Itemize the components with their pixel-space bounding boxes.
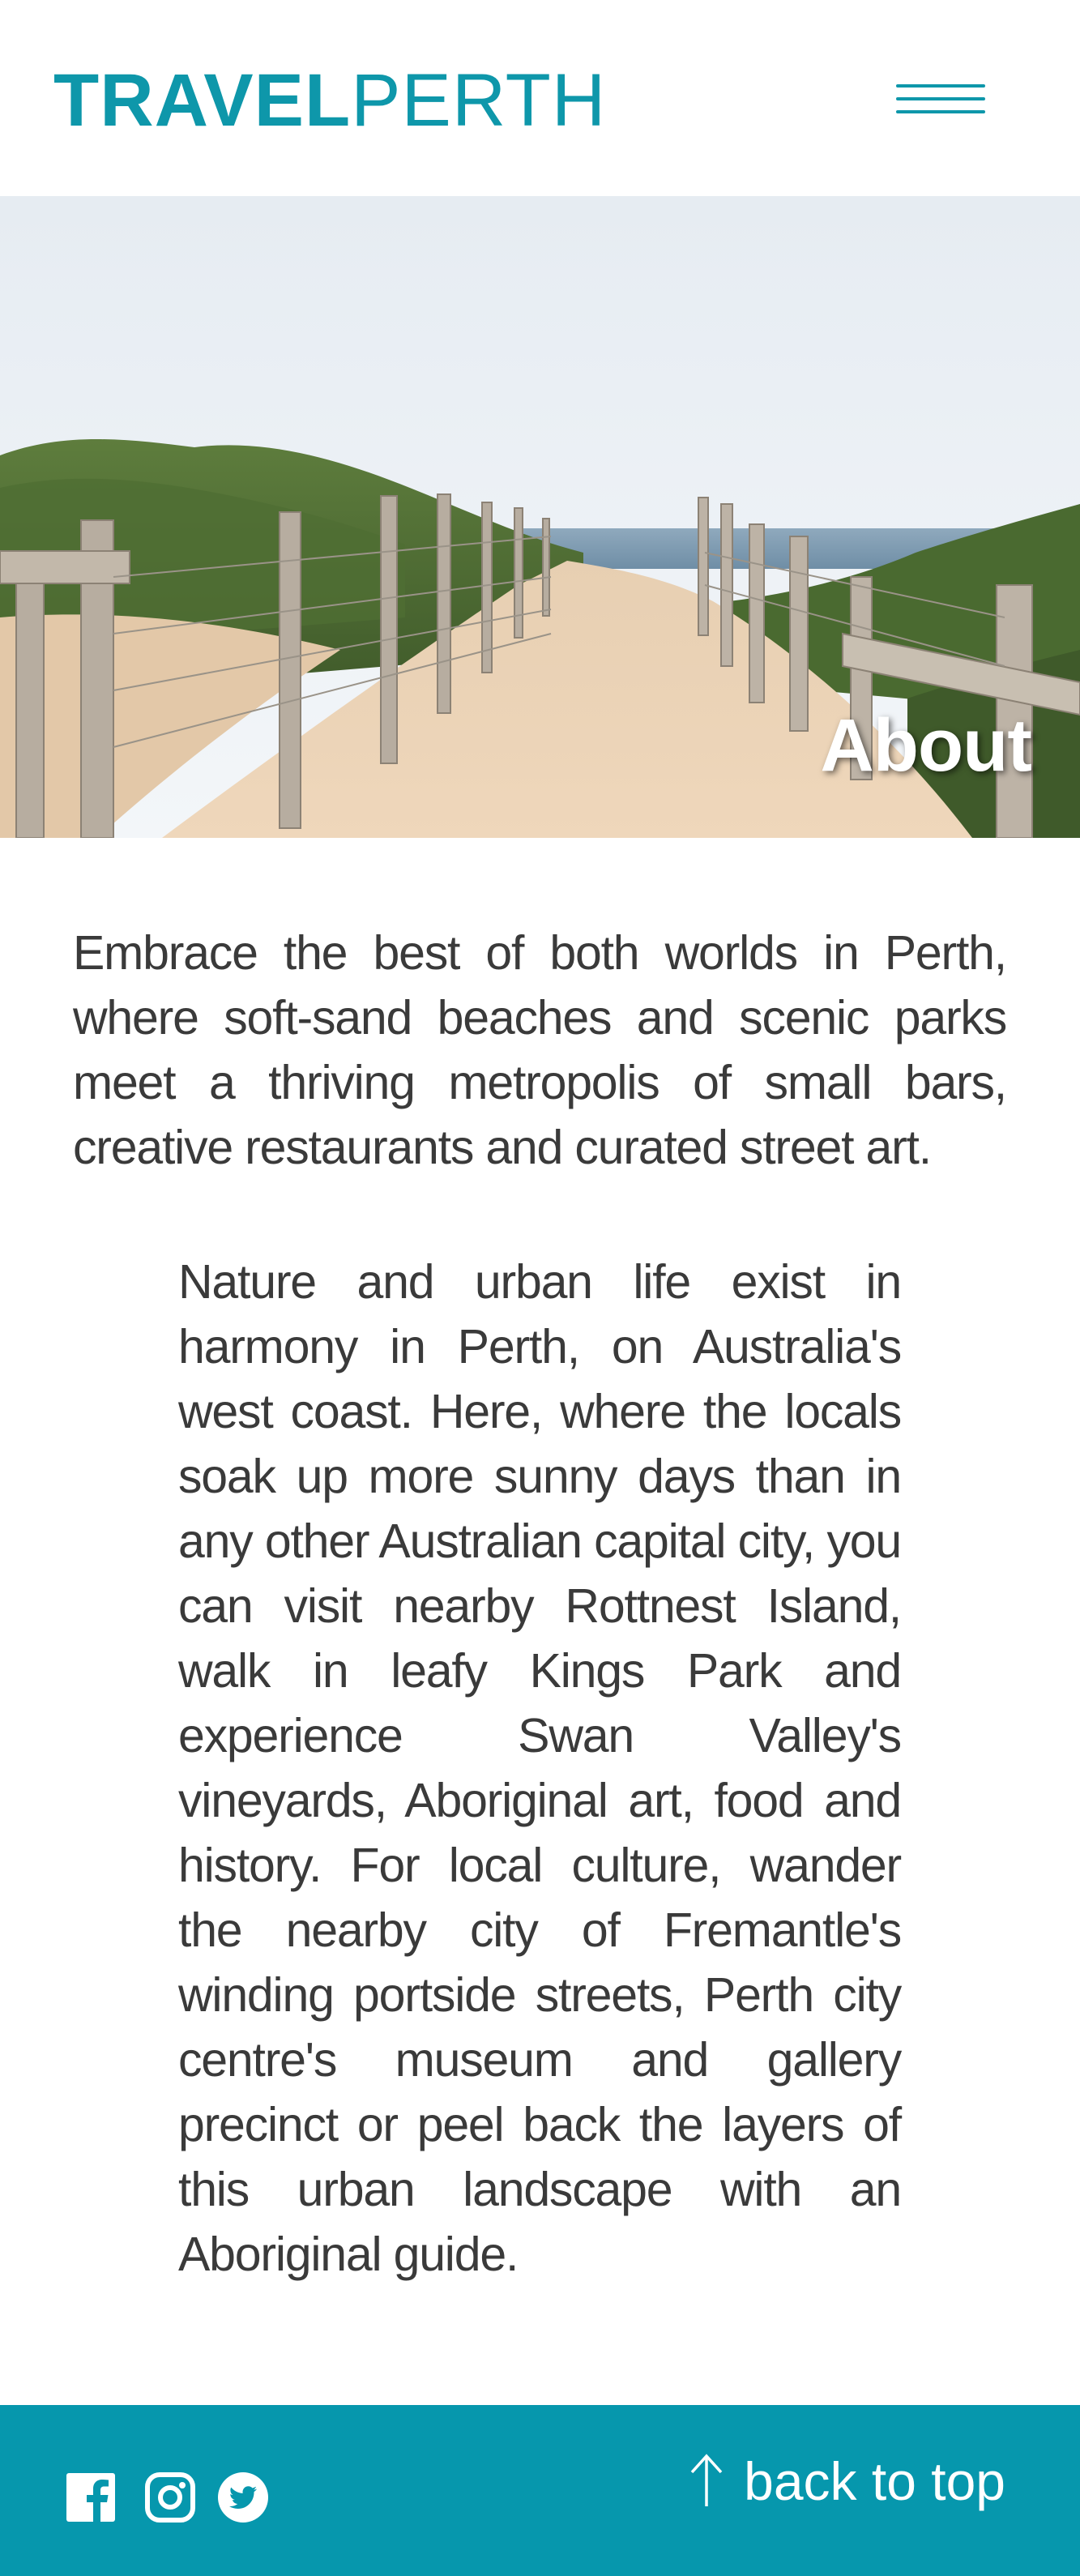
twitter-icon[interactable] <box>217 2471 269 2523</box>
site-header: TRAVELPERTH <box>0 0 1080 196</box>
site-logo[interactable]: TRAVELPERTH <box>53 60 606 141</box>
body-paragraph: Nature and urban life exist in harmony i… <box>178 1255 902 2281</box>
back-to-top-link[interactable]: back to top <box>687 2449 1005 2514</box>
intro-paragraph: Embrace the best of both worlds in Perth… <box>73 926 1007 1174</box>
facebook-icon[interactable] <box>65 2471 117 2523</box>
hero-banner: About <box>0 196 1080 838</box>
instagram-icon[interactable] <box>144 2471 196 2523</box>
site-footer: back to top <box>0 2405 1080 2576</box>
arrow-up-icon <box>690 2454 723 2506</box>
page-title: About <box>820 704 1032 787</box>
back-to-top-label: back to top <box>744 2451 1005 2511</box>
hamburger-menu-icon[interactable] <box>896 79 985 123</box>
logo-bold: TRAVEL <box>53 59 352 142</box>
logo-light: PERTH <box>351 59 607 142</box>
